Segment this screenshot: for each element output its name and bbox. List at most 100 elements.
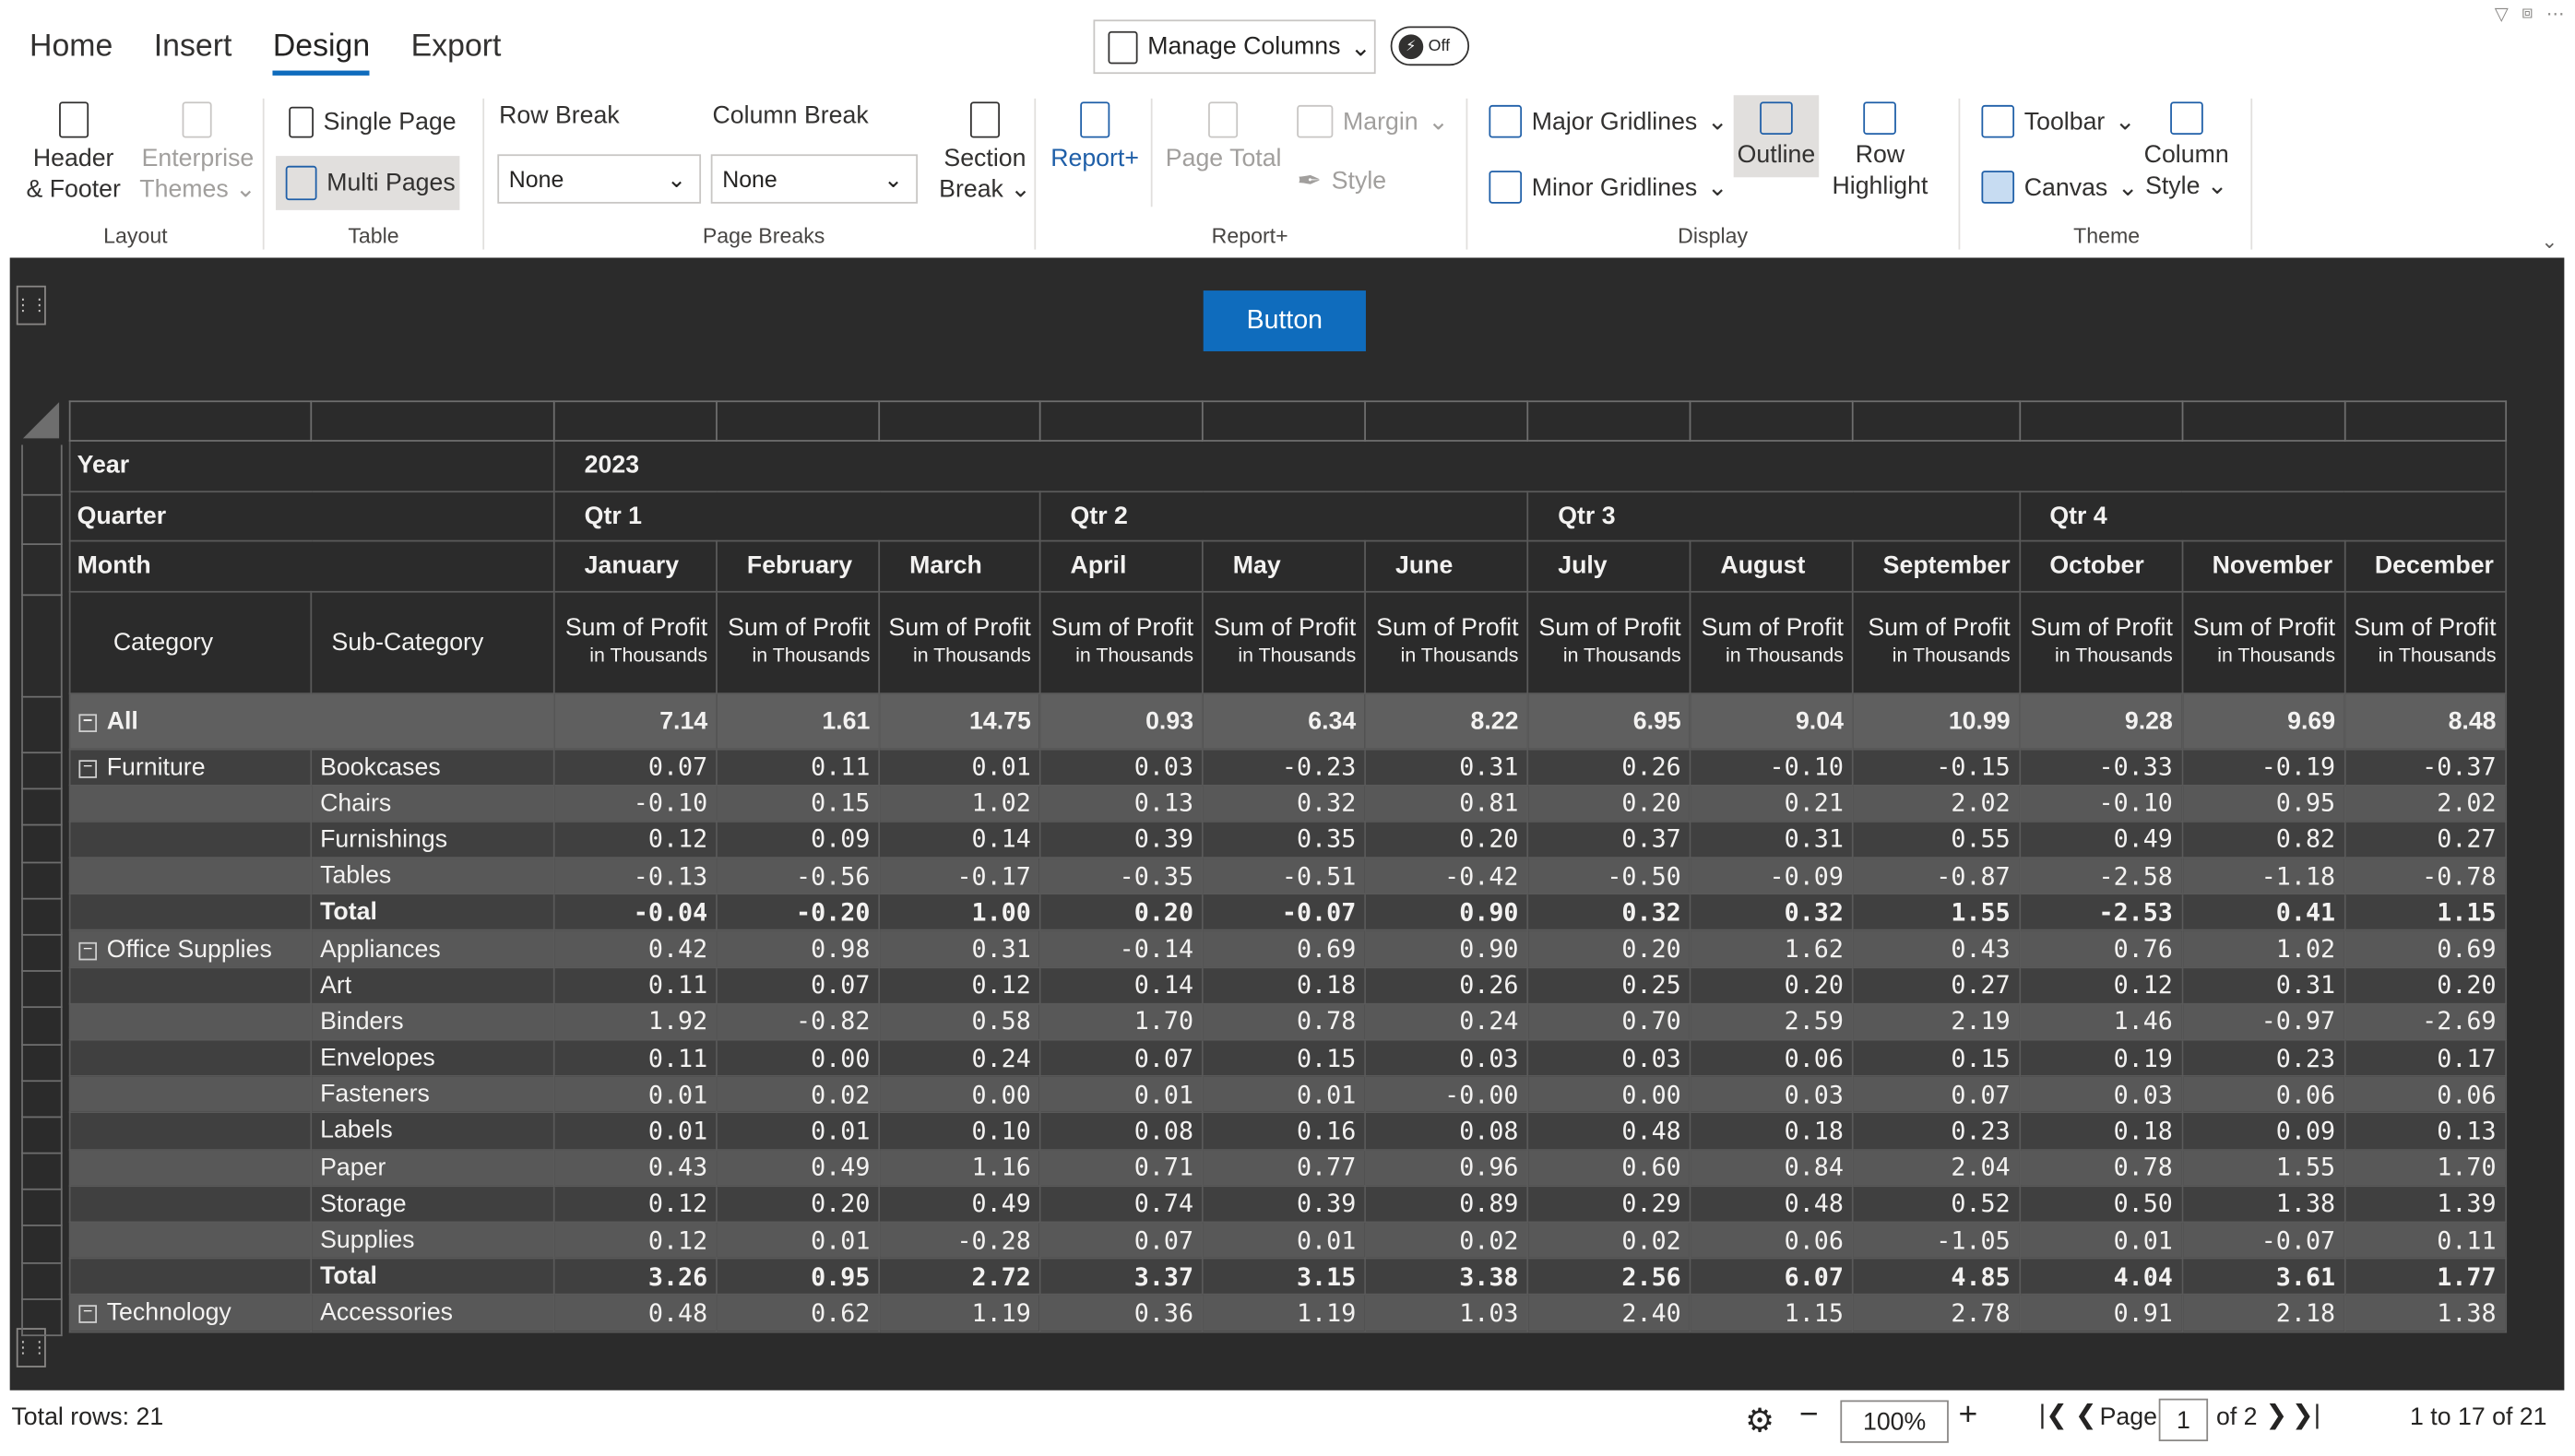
power-toggle[interactable]: ⚡ Off [1390,26,1470,66]
page-total-button[interactable]: Page Total [1166,101,1282,175]
zoom-in-icon[interactable]: + [1959,1397,1978,1435]
tab-home[interactable]: Home [30,30,113,76]
row-header[interactable] [21,1045,63,1082]
select-all-corner[interactable] [22,402,60,439]
manage-columns-button[interactable]: Manage Columns ⌄ [1093,19,1376,75]
column-header[interactable] [1201,400,1366,442]
enterprise-themes-button[interactable]: Enterprise Themes ⌄ [139,101,256,207]
measure-header[interactable]: Sum of Profit in Thousands [716,589,881,694]
tab-design[interactable]: Design [272,30,371,76]
column-break-select[interactable]: None ⌄ [710,154,919,204]
last-page-icon[interactable]: ❯| [2292,1399,2320,1432]
collapse-icon[interactable]: − [78,713,98,732]
table-row[interactable]: Furnishings 0.12 0.09 0.14 0.39 0.35 0.20 0.37 0… [68,820,2507,859]
column-header[interactable] [2180,400,2345,442]
row-header[interactable] [21,862,63,900]
column-header[interactable] [1038,400,1204,442]
table-row[interactable]: Tables -0.13 -0.56 -0.17 -0.35 -0.51 -0.42 -0.5… [68,857,2507,895]
collapse-ribbon-icon[interactable]: ⌄ [2541,230,2557,253]
column-header[interactable] [1364,400,1529,442]
row-header[interactable] [21,1008,63,1046]
category-header[interactable]: Category [68,589,313,694]
measure-header[interactable]: Sum of Profit in Thousands [552,589,718,694]
multi-pages-button[interactable]: Multi Pages [276,156,460,210]
row-header[interactable] [21,1190,63,1227]
canvas-button[interactable]: Canvas ⌄ [1981,171,2138,204]
row-header[interactable] [21,697,63,754]
column-header[interactable] [1689,400,1854,442]
measure-header[interactable]: Sum of Profit in Thousands [1851,589,2021,694]
measure-header[interactable]: Sum of Profit in Thousands [2344,589,2507,694]
column-header[interactable] [1526,400,1691,442]
measure-header[interactable]: Sum of Profit in Thousands [1038,589,1204,694]
measure-header[interactable]: Sum of Profit in Thousands [1364,589,1529,694]
column-header[interactable] [68,400,313,442]
collapse-icon[interactable]: − [78,941,98,960]
focus-mode-icon[interactable]: ⧈ [2522,4,2533,25]
major-gridlines-button[interactable]: Major Gridlines ⌄ [1489,104,1727,138]
section-break-button[interactable]: Section Break ⌄ [939,101,1031,207]
row-header[interactable] [21,444,63,496]
collapse-icon[interactable]: − [78,1305,98,1324]
outline-button[interactable]: Outline [1733,95,1820,178]
subtotal-row[interactable]: Total -0.04 -0.20 1.00 0.20 -0.07 0.90 0.32 0.32… [68,893,2507,932]
row-header[interactable] [21,826,63,863]
row-header[interactable] [21,1263,63,1300]
table-row[interactable]: − Furniture Bookcases 0.07 0.11 0.01 0.03 -0.23… [68,747,2507,787]
table-row[interactable]: Labels 0.01 0.01 0.10 0.08 0.16 0.08 0.48 0.18 0.… [68,1111,2507,1151]
row-header[interactable] [21,935,63,973]
measure-header[interactable]: Sum of Profit in Thousands [878,589,1041,694]
header-footer-button[interactable]: Header & Footer [26,101,121,207]
margin-button[interactable]: Margin ⌄ [1297,104,1449,138]
measure-header[interactable]: Sum of Profit in Thousands [1201,589,1366,694]
table-row[interactable]: Storage 0.12 0.20 0.49 0.74 0.39 0.89 0.29 0.48 0… [68,1184,2507,1224]
first-page-icon[interactable]: |❮ [2039,1399,2068,1432]
more-options-icon[interactable]: ⋯ [2546,4,2565,24]
row-header[interactable] [21,596,63,698]
drag-handle-icon[interactable]: ⋮⋮ [15,285,48,326]
column-style-button[interactable]: Column Style ⌄ [2144,101,2229,203]
column-header[interactable] [552,400,718,442]
row-header[interactable] [21,1226,63,1264]
measure-header[interactable]: Sum of Profit in Thousands [1689,589,1854,694]
table-row[interactable]: Chairs -0.10 0.15 1.02 0.13 0.32 0.81 0.20 0.21 2… [68,784,2507,823]
row-highlight-button[interactable]: Row Highlight [1832,101,1928,203]
table-row[interactable]: Supplies 0.12 0.01 -0.28 0.07 0.01 0.02 0.02 0.0… [68,1221,2507,1260]
toolbar-button[interactable]: Toolbar ⌄ [1981,104,2135,138]
settings-gear-icon[interactable]: ⚙ [1745,1401,1774,1442]
page-number-input[interactable]: 1 [2158,1398,2209,1442]
row-header[interactable] [21,789,63,827]
table-row[interactable]: Fasteners 0.01 0.02 0.00 0.01 0.01 -0.00 0.00 0.… [68,1075,2507,1114]
zoom-out-icon[interactable]: − [1799,1397,1819,1435]
column-header[interactable] [1851,400,2021,442]
row-header[interactable] [21,1154,63,1191]
table-row[interactable]: Paper 0.43 0.49 1.16 0.71 0.77 0.96 0.60 0.84 2.0… [68,1148,2507,1187]
table-row[interactable]: Art 0.11 0.07 0.12 0.14 0.18 0.26 0.25 0.20 0.27 0… [68,965,2507,1005]
row-header[interactable] [21,1118,63,1154]
table-row[interactable]: − Office Supplies Appliances 0.42 0.98 0.31 -0… [68,929,2507,968]
report-plus-button[interactable]: Report+ [1050,101,1139,175]
next-page-icon[interactable]: ❯ [2265,1399,2287,1432]
measure-header[interactable]: Sum of Profit in Thousands [2180,589,2345,694]
column-header[interactable] [2344,400,2507,442]
row-break-select[interactable]: None ⌄ [497,154,702,204]
canvas-button[interactable]: Button [1203,290,1366,351]
collapse-icon[interactable]: − [78,759,98,778]
style-button[interactable]: ✒ Style [1297,164,1386,198]
column-header[interactable] [716,400,881,442]
row-header[interactable] [21,1081,63,1119]
row-header[interactable] [21,972,63,1009]
tab-insert[interactable]: Insert [154,30,232,76]
minor-gridlines-button[interactable]: Minor Gridlines ⌄ [1489,171,1727,204]
single-page-button[interactable]: Single Page [289,106,457,138]
column-header[interactable] [310,400,555,442]
table-row[interactable]: − Technology Accessories 0.48 0.62 1.19 0.36 1.… [68,1294,2507,1332]
row-header[interactable] [21,753,63,790]
row-header[interactable] [21,495,63,546]
grand-total-row[interactable]: − All 7.14 1.61 14.75 0.93 6.34 8.22 6.95 9.04 10.… [68,692,2507,750]
row-header[interactable] [21,1299,63,1337]
table-row[interactable]: Envelopes 0.11 0.00 0.24 0.07 0.15 0.03 0.03 0.0… [68,1038,2507,1078]
table-row[interactable]: Binders 1.92 -0.82 0.58 1.70 0.78 0.24 0.70 2.59… [68,1002,2507,1041]
row-header[interactable] [21,545,63,597]
column-header[interactable] [2018,400,2183,442]
